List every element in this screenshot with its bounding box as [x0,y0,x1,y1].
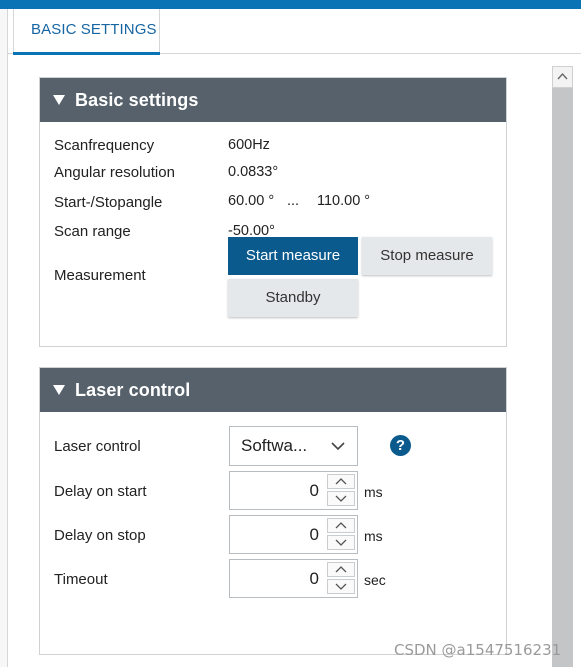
panel-title: Basic settings [75,90,199,110]
angle-separator: ... [287,193,300,209]
laser-control-select[interactable]: Softwa... [229,426,358,466]
delay-on-start-label: Delay on start [54,483,147,500]
start-stop-angle-label: Start-/Stopangle [54,194,163,211]
spin-up-icon[interactable] [327,474,355,489]
delay-on-stop-label: Delay on stop [54,527,146,544]
angular-resolution-label: Angular resolution [54,164,175,181]
spin-down-icon[interactable] [327,491,355,506]
spin-up-icon[interactable] [327,518,355,533]
delay-on-stop-unit: ms [364,528,383,544]
delay-on-start-stepper[interactable]: 0 [229,471,358,510]
active-tab-indicator [13,52,160,55]
tab-basic-settings[interactable]: BASIC SETTINGS [13,9,160,55]
delay-on-start-value[interactable]: 0 [310,481,319,501]
laser-control-panel: Laser control Laser control Softwa... ? … [39,367,507,655]
stop-angle-value: 110.00 ° [317,193,371,209]
watermark-text: CSDN @a1547516231 [394,641,562,659]
timeout-unit: sec [364,572,386,588]
delay-on-start-unit: ms [364,484,383,500]
spin-down-icon[interactable] [327,579,355,594]
scanfrequency-value: 600Hz [228,137,270,153]
top-accent-bar [0,0,581,9]
left-edge [0,9,8,667]
panel-title: Laser control [75,380,191,400]
timeout-value[interactable]: 0 [310,569,319,589]
collapse-triangle-icon[interactable] [53,385,65,395]
basic-settings-panel: Basic settings Scanfrequency 600Hz Angul… [39,77,507,347]
start-angle-value: 60.00 ° [228,193,275,209]
stop-measure-button[interactable]: Stop measure [362,237,492,275]
scanfrequency-label: Scanfrequency [54,137,155,154]
laser-control-label: Laser control [54,438,141,455]
tab-label: BASIC SETTINGS [31,21,157,38]
spin-down-icon[interactable] [327,535,355,550]
collapse-triangle-icon[interactable] [53,95,65,105]
delay-on-stop-stepper[interactable]: 0 [229,515,358,554]
scroll-up-icon[interactable] [552,66,573,88]
stepper-arrows [327,474,355,507]
stepper-arrows [327,562,355,595]
start-measure-button[interactable]: Start measure [228,237,358,275]
laser-control-selected: Softwa... [241,436,308,455]
stepper-arrows [327,518,355,551]
scan-range-label: Scan range [54,223,131,240]
angular-resolution-value: 0.0833° [228,164,279,180]
standby-button[interactable]: Standby [228,279,358,317]
tab-strip: BASIC SETTINGS [8,9,581,55]
scrollbar-thumb[interactable] [552,88,573,667]
spin-up-icon[interactable] [327,562,355,577]
help-icon[interactable]: ? [390,435,411,456]
chevron-down-icon [331,438,345,459]
delay-on-stop-value[interactable]: 0 [310,525,319,545]
timeout-label: Timeout [54,571,108,588]
timeout-stepper[interactable]: 0 [229,559,358,598]
measurement-label: Measurement [54,267,146,284]
laser-control-header[interactable]: Laser control [40,368,506,412]
basic-settings-header[interactable]: Basic settings [40,78,506,122]
